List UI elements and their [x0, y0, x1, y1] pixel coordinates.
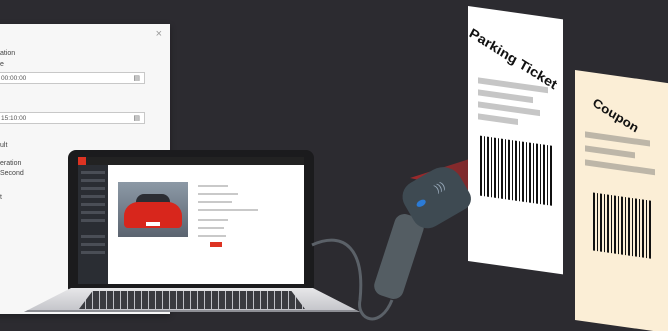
barcode: [593, 192, 653, 259]
scene: × ation e 00:00:00 ▤ 15:10:00 ▤ ult erat…: [0, 0, 668, 331]
scanner-button[interactable]: [415, 198, 427, 209]
coupon: Coupon: [575, 70, 668, 331]
coupon-title: Coupon: [590, 95, 642, 136]
barcode: [480, 135, 552, 206]
parking-ticket: Parking Ticket: [467, 6, 563, 275]
scanner-cable: [311, 238, 394, 321]
